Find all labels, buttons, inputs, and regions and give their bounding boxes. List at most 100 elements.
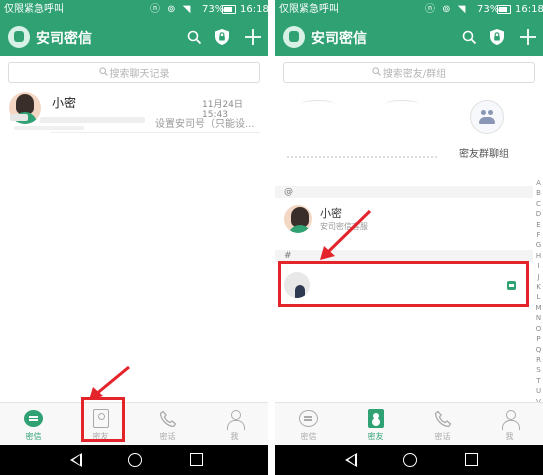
group-icon (479, 110, 495, 124)
clock: 16:18 (240, 4, 268, 15)
contacts-icon (365, 408, 386, 429)
back-icon[interactable] (70, 453, 82, 467)
carrier-label: 仅限紧急呼叫 (4, 4, 64, 15)
battery-percent: 73% (202, 4, 225, 15)
screen-divider (268, 0, 275, 475)
search-icon (372, 66, 381, 79)
group-chat-label: 密友群聊组 (459, 149, 509, 160)
alpha-index-letter[interactable]: F (534, 230, 543, 240)
contact-name: 小密 (320, 207, 342, 220)
nav-item-me[interactable]: 我 (476, 403, 543, 446)
home-icon[interactable] (403, 453, 417, 467)
battery-icon (497, 5, 511, 14)
phone-icon (432, 408, 453, 429)
shield-lock-icon[interactable] (212, 27, 232, 47)
alpha-index-letter[interactable]: C (534, 199, 543, 209)
alpha-index-letter[interactable]: G (534, 240, 543, 250)
contact-subtitle: 安司密信客服 (320, 222, 368, 231)
bottom-nav: 密信 密友 密话 我 (275, 402, 543, 445)
alpha-index-letter[interactable]: O (534, 324, 543, 334)
phone-screen-chats: 仅限紧急呼叫 ⓝ ⊚ ◥ 73% 16:18 安司密信 搜索聊天记录 小密 11… (0, 0, 268, 475)
plus-icon[interactable] (518, 27, 538, 47)
search-placeholder: 搜索聊天记录 (109, 69, 170, 80)
alpha-index-letter[interactable]: B (534, 188, 543, 198)
nav-label: 密友 (367, 432, 384, 441)
redacted-labels (287, 156, 437, 158)
profile-icon (499, 408, 520, 430)
recents-icon[interactable] (465, 453, 478, 466)
back-icon[interactable] (345, 453, 357, 467)
nav-item-me[interactable]: 我 (201, 403, 268, 446)
redacted-block (10, 114, 28, 121)
home-icon[interactable] (128, 453, 142, 467)
chat-preview: 设置安司号（只能设... (155, 119, 255, 130)
chat-search-input[interactable]: 搜索聊天记录 (8, 62, 260, 83)
search-icon[interactable] (184, 27, 204, 47)
nav-item-chats[interactable]: 密信 (0, 403, 67, 446)
quick-entry-partial[interactable] (301, 100, 335, 108)
bottom-nav: 密信 密友 密话 我 (0, 402, 268, 445)
nav-label: 我 (505, 432, 514, 441)
app-logo-icon (8, 26, 30, 48)
alpha-index-letter[interactable]: S (534, 365, 543, 375)
highlight-box (278, 261, 529, 307)
battery-icon (222, 5, 236, 14)
contact-search-input[interactable]: 搜索密友/群组 (283, 62, 535, 83)
app-title: 安司密信 (311, 31, 367, 47)
chat-icon (298, 408, 319, 429)
nav-label: 密话 (434, 432, 451, 441)
divider (50, 132, 260, 133)
chat-icon (23, 408, 44, 429)
redacted-block (14, 126, 84, 130)
chat-list-item[interactable]: 小密 11月24日 15:43 设置安司号（只能设... (0, 90, 268, 132)
phone-screen-contacts: 仅限紧急呼叫 ⓝ ⊚ ◥ 73% 16:18 安司密信 搜索密友/群组 密友群聊… (275, 0, 543, 475)
app-bar: 安司密信 (275, 19, 543, 56)
quick-entry-partial[interactable] (385, 100, 419, 108)
alpha-index-letter[interactable]: K (534, 282, 543, 292)
battery-percent: 73% (477, 4, 500, 15)
app-logo-icon (283, 26, 305, 48)
nav-item-chats[interactable]: 密信 (275, 403, 342, 446)
alpha-index-letter[interactable]: P (534, 334, 543, 344)
nav-item-contacts[interactable]: 密友 (342, 403, 409, 446)
status-bar: 仅限紧急呼叫 ⓝ ⊚ ◥ 73% 16:18 (275, 0, 543, 19)
status-icons: ⓝ ⊚ ◥ (150, 4, 193, 15)
alpha-index-letter[interactable]: T (534, 376, 543, 386)
shield-lock-icon[interactable] (487, 27, 507, 47)
chat-name: 小密 (52, 96, 77, 110)
app-title: 安司密信 (36, 31, 92, 47)
redacted-block (40, 117, 145, 123)
alpha-index-letter[interactable]: L (534, 292, 543, 302)
recents-icon[interactable] (190, 453, 203, 466)
plus-icon[interactable] (243, 27, 263, 47)
alpha-index-letter[interactable]: A (534, 178, 543, 188)
highlight-box (81, 397, 125, 442)
alpha-index-letter[interactable]: J (534, 272, 543, 282)
nav-label: 密信 (25, 432, 42, 441)
alpha-index-letter[interactable]: E (534, 220, 543, 230)
carrier-label: 仅限紧急呼叫 (279, 4, 339, 15)
alpha-index-letter[interactable]: M (534, 303, 543, 313)
nav-item-calls[interactable]: 密话 (409, 403, 476, 446)
group-chat-entry[interactable] (470, 100, 504, 134)
nav-label: 我 (230, 432, 239, 441)
search-icon[interactable] (459, 27, 479, 47)
alpha-index-letter[interactable]: N (534, 313, 543, 323)
section-header-at: @ (275, 186, 533, 198)
system-nav-bar (0, 445, 268, 475)
system-nav-bar (275, 445, 543, 475)
alpha-index-letter[interactable]: U (534, 386, 543, 396)
alpha-index-letter[interactable]: I (534, 261, 543, 271)
search-icon (98, 66, 108, 79)
contact-list-item[interactable]: 小密 安司密信客服 (275, 200, 533, 238)
alpha-index-letter[interactable]: Q (534, 345, 543, 355)
alpha-index-letter[interactable]: H (534, 251, 543, 261)
status-bar: 仅限紧急呼叫 ⓝ ⊚ ◥ 73% 16:18 (0, 0, 268, 19)
phone-icon (157, 408, 178, 429)
avatar (284, 205, 312, 233)
nav-item-calls[interactable]: 密话 (134, 403, 201, 446)
alpha-index-letter[interactable]: R (534, 355, 543, 365)
alpha-index-letter[interactable]: D (534, 209, 543, 219)
app-bar: 安司密信 (0, 19, 268, 56)
clock: 16:18 (515, 4, 543, 15)
